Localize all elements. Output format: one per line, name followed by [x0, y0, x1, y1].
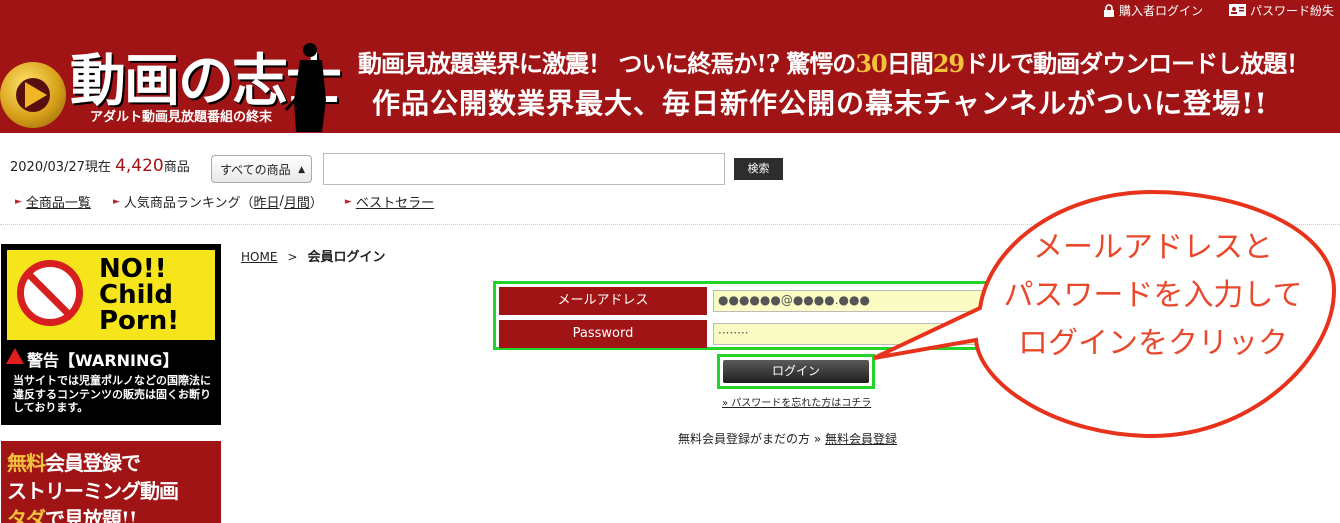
- site-logo[interactable]: 動画の志士 アダルト動画見放題番組の終末: [0, 22, 342, 132]
- banner-line-1: 動画見放題業界に激震！ ついに終焉か!? 驚愕の30日間29ドルで動画ダウンロー…: [358, 44, 1310, 79]
- no-child-line-2: Child: [99, 280, 174, 310]
- warning-yellow-panel: NO!! Child Porn!: [7, 250, 215, 340]
- free-line-2: ストリーミング動画: [7, 479, 179, 503]
- forgot-password-link[interactable]: » パスワードを忘れた方はコチラ: [722, 394, 871, 409]
- banner-text-1a: 動画見放題業界に激震！ ついに終焉か!? 驚愕の: [358, 49, 856, 78]
- no-child-line-1: NO!!: [99, 254, 167, 284]
- search-input[interactable]: [323, 153, 725, 185]
- password-lost-label: パスワード紛失: [1249, 3, 1334, 18]
- breadcrumb-current: 会員ログイン: [307, 250, 386, 265]
- logo-subtitle: アダルト動画見放題番組の終末: [90, 110, 273, 125]
- site-header: 購入者ログイン パスワード紛失 動画の志士 アダルト動画見放題番組の終末 動画見…: [0, 0, 1340, 133]
- free-word: 無料: [7, 451, 46, 475]
- warning-title: 警告【WARNING】: [27, 351, 179, 370]
- select-arrows-icon: ▲: [298, 165, 305, 175]
- login-button[interactable]: ログイン: [723, 360, 869, 383]
- search-button[interactable]: 検索: [734, 158, 783, 180]
- no-child-porn-banner: NO!! Child Porn! 警告【WARNING】 当サイトでは児童ポルノ…: [1, 244, 221, 425]
- play-triangle-icon: [25, 82, 47, 108]
- banner-text-1c: ドルで動画ダウンロードし放題！: [964, 49, 1310, 78]
- callout-text: メールアドレスと パスワードを入力して ログインをクリック: [988, 224, 1318, 368]
- tada-word: タダ: [7, 507, 46, 523]
- free-register-banner[interactable]: 無料会員登録で ストリーミング動画 タダで見放題!!: [1, 441, 221, 523]
- warning-text: 当サイトでは児童ポルノなどの国際法に違反するコンテンツの販売は固くお断りしており…: [13, 374, 211, 414]
- breadcrumb-separator: >: [287, 250, 298, 264]
- free-line-1: 会員登録で: [45, 451, 141, 475]
- top-links: 購入者ログイン パスワード紛失: [1103, 1, 1334, 19]
- banner-number-29: 29: [932, 49, 965, 78]
- ranking-monthly-link[interactable]: 月間: [284, 192, 310, 211]
- register-prompt: 無料会員登録がまだの方 »: [678, 432, 822, 446]
- nav-bestseller: ► ベストセラー: [345, 192, 434, 211]
- no-child-porn-text: NO!! Child Porn!: [99, 256, 179, 334]
- breadcrumb: HOME > 会員ログイン: [241, 246, 385, 265]
- nav-ranking: ► 人気商品ランキング（ 昨日 / 月間）: [113, 192, 323, 211]
- count-value: 4,420: [115, 156, 164, 176]
- date-prefix: 2020/03/27現在: [10, 160, 111, 175]
- ranking-label: 人気商品ランキング（: [123, 196, 254, 211]
- ranking-close: ）: [309, 196, 323, 211]
- category-selected: すべての商品: [220, 163, 291, 177]
- no-child-line-3: Porn!: [99, 306, 180, 336]
- login-button-highlight: ログイン: [717, 354, 875, 389]
- email-label: メールアドレス: [499, 287, 707, 315]
- buyer-login-label: 購入者ログイン: [1118, 3, 1203, 18]
- bestseller-link[interactable]: ベストセラー: [356, 192, 434, 211]
- free-register-text: 無料会員登録で ストリーミング動画 タダで見放題!!: [7, 449, 179, 523]
- breadcrumb-home[interactable]: HOME: [241, 250, 277, 264]
- prohibited-sign-icon: [17, 260, 83, 326]
- warning-triangle-icon: [6, 348, 24, 364]
- lock-icon: [1103, 3, 1115, 17]
- callout-line-3: ログインをクリック: [1018, 326, 1288, 361]
- all-products-link[interactable]: 全商品一覧: [26, 192, 91, 211]
- id-card-icon: [1228, 4, 1246, 16]
- banner-text-1b: 日間: [886, 49, 934, 78]
- arrow-right-icon: ►: [344, 196, 352, 207]
- password-lost-link[interactable]: パスワード紛失: [1228, 2, 1334, 19]
- callout-line-1: メールアドレスと: [1033, 230, 1273, 265]
- product-count: 2020/03/27現在 4,420商品: [10, 156, 190, 176]
- samurai-silhouette-icon: [284, 43, 326, 132]
- banner-number-30: 30: [855, 49, 887, 78]
- banner-line-2: 作品公開数業界最大、毎日新作公開の幕末チャンネルがついに登場!!: [372, 87, 1268, 120]
- count-suffix: 商品: [163, 160, 190, 175]
- nav-links: ► 全商品一覧 ► 人気商品ランキング（ 昨日 / 月間） ► ベストセラー: [15, 192, 456, 211]
- buyer-login-link[interactable]: 購入者ログイン: [1103, 2, 1203, 19]
- free-line-3: で見放題!!: [45, 507, 138, 523]
- ranking-yesterday-link[interactable]: 昨日: [253, 192, 279, 211]
- password-label: Password: [499, 320, 707, 348]
- callout-line-2: パスワードを入力して: [1003, 278, 1303, 313]
- category-select[interactable]: すべての商品 ▲: [211, 155, 312, 183]
- arrow-right-icon: ►: [112, 196, 120, 207]
- nav-all-products: ► 全商品一覧: [15, 192, 91, 211]
- arrow-right-icon: ►: [15, 196, 22, 207]
